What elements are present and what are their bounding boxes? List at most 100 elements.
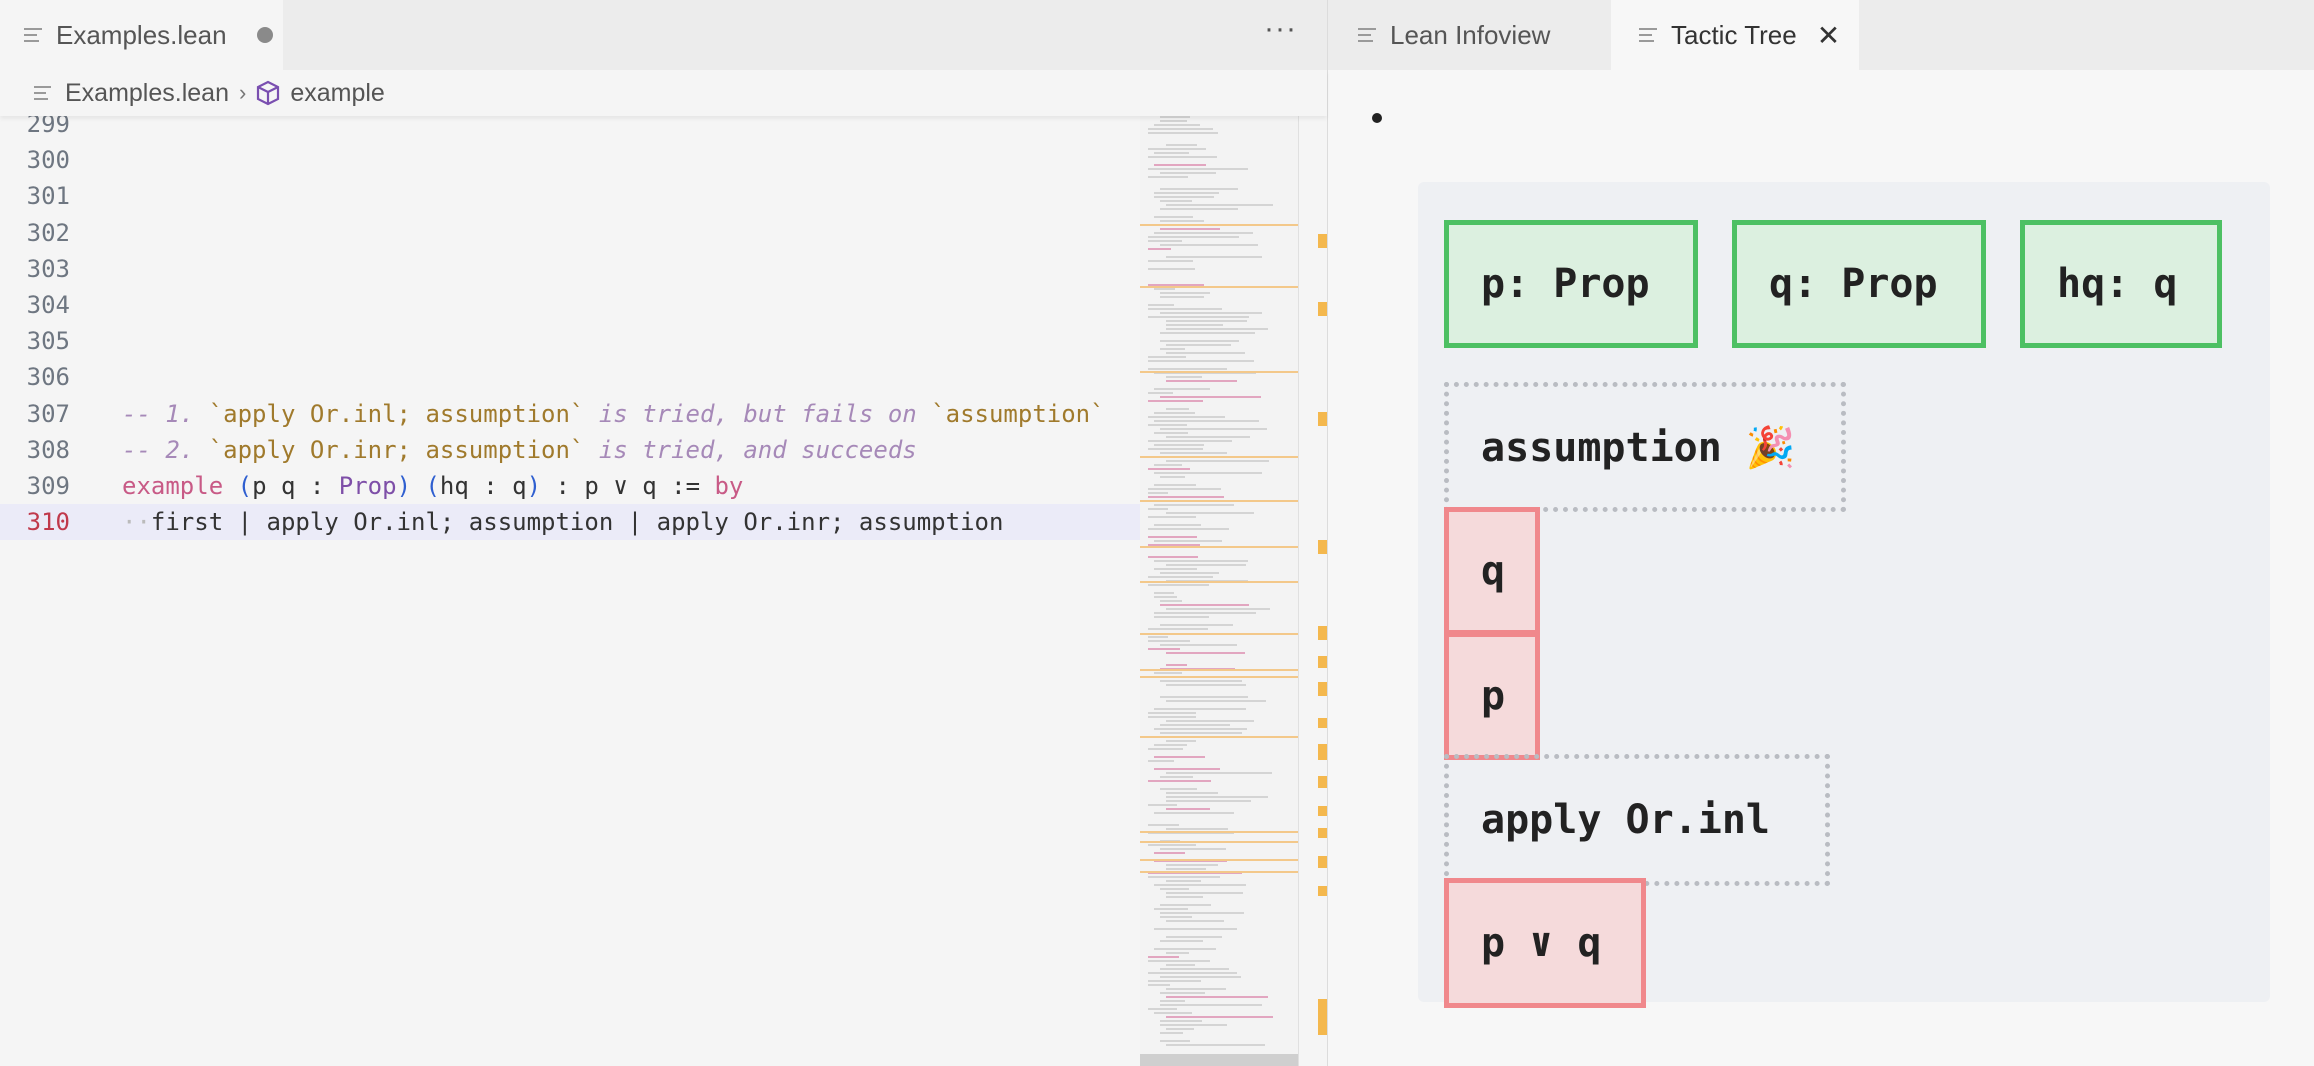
minimap-line	[1154, 540, 1222, 542]
minimap-line	[1148, 240, 1182, 242]
code-token: first | apply Or.inl; assumption | apply…	[150, 508, 1004, 537]
minimap-line	[1166, 964, 1195, 966]
minimap-line	[1166, 868, 1206, 870]
minimap-line	[1148, 132, 1219, 134]
overview-ruler-mark	[1318, 302, 1327, 316]
code-line[interactable]: 303	[0, 251, 1140, 287]
code-line[interactable]: 299	[0, 116, 1140, 142]
code-token: )	[526, 472, 542, 500]
code-line[interactable]: 309 example (p q : Prop) (hq : q) : p ∨ q…	[0, 468, 1140, 504]
minimap-line	[1154, 484, 1196, 486]
minimap-line	[1154, 592, 1174, 594]
hypothesis-node[interactable]: p: Prop	[1444, 220, 1698, 348]
minimap-line	[1160, 296, 1205, 298]
tab-lean-infoview[interactable]: Lean Infoview	[1328, 0, 1611, 70]
minimap-line	[1148, 156, 1218, 158]
line-number: 309	[26, 472, 70, 500]
code-text: -- 2. `apply Or.inr; assumption` is trie…	[122, 432, 917, 468]
minimap-line	[1148, 248, 1172, 250]
minimap-line	[1148, 496, 1224, 498]
minimap-line	[1160, 888, 1189, 890]
tactic-tree: p: Prop q: Prop hq: q assumption 🎉 q p a…	[1418, 182, 2270, 1008]
tactic-node-assumption[interactable]: assumption 🎉	[1444, 382, 1846, 512]
code-token: -- 2.	[122, 435, 209, 464]
minimap-line	[1166, 864, 1219, 866]
code-editor[interactable]: 299 300 301 302 303 304 305 306 307 -- 1. `apply …	[0, 116, 1140, 1066]
minimap-line	[1166, 512, 1254, 514]
minimap-line	[1160, 912, 1244, 914]
more-actions-icon[interactable]: ···	[1264, 12, 1297, 46]
minimap-line	[1160, 172, 1217, 174]
breadcrumb-file[interactable]: Examples.lean	[65, 79, 229, 108]
minimap-line	[1148, 516, 1196, 518]
minimap-line	[1148, 492, 1168, 494]
minimap-line	[1154, 1012, 1192, 1014]
minimap-line	[1160, 916, 1193, 918]
line-number: 306	[26, 363, 70, 392]
hypothesis-node[interactable]: q: Prop	[1732, 220, 1986, 348]
minimap-line	[1160, 120, 1188, 122]
code-token: is tried, and succeeds	[584, 435, 917, 464]
minimap[interactable]	[1140, 116, 1298, 1066]
minimap-line	[1148, 980, 1202, 982]
minimap-highlight	[1140, 633, 1298, 635]
minimap-line	[1148, 440, 1232, 442]
code-line[interactable]: 306	[0, 359, 1140, 395]
minimap-line	[1166, 408, 1189, 410]
code-token: `apply Or.inr; assumption`	[208, 435, 585, 464]
minimap-line	[1154, 596, 1177, 598]
code-line[interactable]: 304	[0, 287, 1140, 323]
minimap-scrollbar[interactable]	[1140, 1054, 1298, 1066]
code-line[interactable]: 310 ··first | apply Or.inl; assumption | …	[0, 504, 1140, 541]
goal-node-p[interactable]: p	[1444, 632, 1540, 760]
code-line[interactable]: 301	[0, 178, 1140, 214]
code-line[interactable]: 308 -- 2. `apply Or.inr; assumption` is t…	[0, 432, 1140, 468]
goal-node-q[interactable]: q	[1444, 507, 1540, 635]
overview-ruler-mark	[1318, 656, 1327, 668]
minimap-highlight	[1140, 286, 1298, 288]
code-line[interactable]: 305	[0, 323, 1140, 359]
minimap-line	[1166, 952, 1190, 954]
minimap-line	[1160, 968, 1229, 970]
minimap-line	[1154, 672, 1183, 674]
unsaved-dot-icon[interactable]	[256, 27, 273, 43]
minimap-line	[1166, 204, 1274, 206]
code-line[interactable]: 307 -- 1. `apply Or.inl; assumption` is t…	[0, 396, 1140, 432]
minimap-line	[1166, 608, 1270, 610]
minimap-line	[1148, 972, 1237, 974]
minimap-line	[1148, 760, 1175, 762]
minimap-line	[1160, 776, 1194, 778]
minimap-line	[1160, 1032, 1183, 1034]
tab-tactic-tree[interactable]: Tactic Tree ✕	[1611, 0, 1859, 70]
minimap-line	[1154, 420, 1260, 422]
code-token: (	[425, 472, 440, 500]
minimap-line	[1160, 696, 1249, 698]
minimap-line	[1148, 556, 1198, 558]
minimap-line	[1160, 428, 1267, 430]
tactic-node-apply-or-inl[interactable]: apply Or.inl	[1444, 754, 1830, 886]
minimap-line	[1148, 636, 1169, 638]
hypothesis-node[interactable]: hq: q	[2020, 220, 2222, 348]
minimap-line	[1154, 464, 1182, 466]
minimap-line	[1154, 412, 1195, 414]
minimap-line	[1148, 236, 1240, 238]
minimap-line	[1148, 468, 1190, 470]
minimap-line	[1148, 1008, 1178, 1010]
close-icon[interactable]: ✕	[1817, 19, 1840, 52]
code-line[interactable]: 302	[0, 215, 1140, 251]
tab-examples-lean[interactable]: Examples.lean	[0, 0, 283, 70]
minimap-line	[1160, 228, 1220, 230]
minimap-line	[1154, 756, 1205, 758]
minimap-highlight	[1140, 546, 1298, 548]
minimap-line	[1154, 948, 1217, 950]
goal-node-p-or-q[interactable]: p ∨ q	[1444, 878, 1646, 1008]
minimap-line	[1160, 312, 1262, 314]
breadcrumb-symbol[interactable]: example	[290, 79, 385, 108]
tab-label: Tactic Tree	[1671, 19, 1797, 50]
line-number: 300	[26, 146, 70, 175]
minimap-line	[1154, 432, 1189, 434]
minimap-line	[1160, 244, 1259, 246]
code-line[interactable]: 300	[0, 142, 1140, 178]
minimap-line	[1148, 128, 1213, 130]
